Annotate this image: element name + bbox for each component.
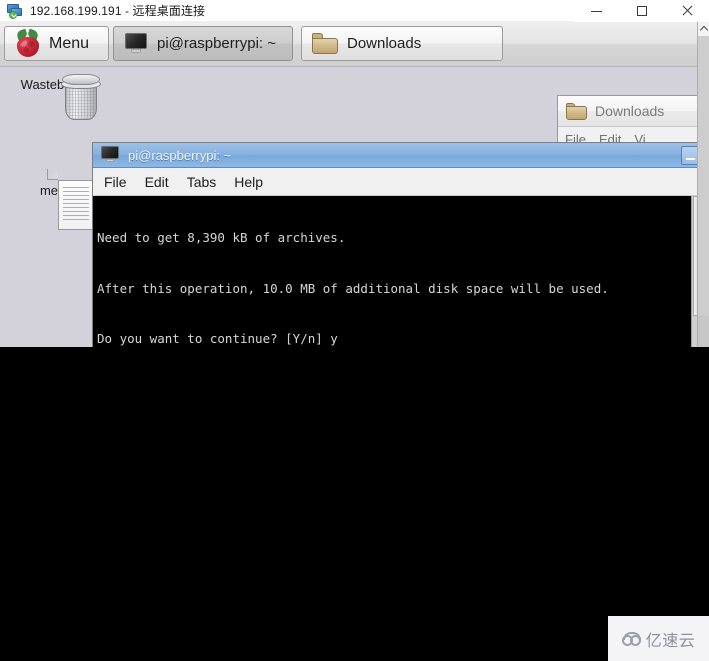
screenshot-root: 192.168.199.191 - 远程桌面连接 Menu pi@raspber…: [0, 0, 709, 661]
watermark-text: 亿速云: [645, 632, 696, 650]
chevron-up-icon: [699, 25, 709, 35]
cloud-logo-icon: [621, 631, 642, 646]
terminal-output-area[interactable]: Need to get 8,390 kB of archives. After …: [93, 196, 697, 347]
maximize-icon: [636, 6, 647, 16]
terminal-menu-help[interactable]: Help: [234, 174, 263, 190]
close-button[interactable]: [664, 0, 709, 22]
rdp-scrollbar-thumb[interactable]: [698, 36, 709, 316]
taskbar-item-downloads[interactable]: Downloads: [301, 26, 503, 61]
terminal-menu-edit[interactable]: Edit: [145, 174, 169, 190]
taskbar-item-downloads-label: Downloads: [347, 35, 422, 52]
desktop-icon-wastebasket[interactable]: Wastebasket: [10, 74, 106, 120]
rdp-window-title: 192.168.199.191 - 远程桌面连接: [30, 4, 206, 18]
taskbar-item-terminal-label: pi@raspberrypi: ~: [157, 35, 277, 52]
terminal-menu-file[interactable]: File: [104, 174, 127, 190]
terminal-titlebar: pi@raspberrypi: ~: [93, 143, 697, 168]
minimize-icon: [591, 10, 602, 12]
terminal-window-title: pi@raspberrypi: ~: [128, 147, 232, 163]
watermark: 亿速云: [608, 616, 709, 661]
rdp-vertical-scrollbar[interactable]: [697, 22, 709, 347]
terminal-output-text: Need to get 8,390 kB of archives. After …: [97, 197, 690, 347]
folder-icon: [566, 102, 587, 120]
remote-desktop-icon: [7, 3, 23, 19]
menu-button-label: Menu: [49, 34, 90, 52]
terminal-monitor-icon: [124, 32, 148, 55]
file-manager-title: Downloads: [595, 103, 665, 119]
terminal-line: After this operation, 10.0 MB of additio…: [97, 280, 609, 296]
minimize-icon: [686, 158, 695, 160]
raspberry-pi-logo-icon: [15, 28, 41, 58]
file-manager-titlebar: Downloads: [558, 96, 697, 127]
terminal-menu-tabs[interactable]: Tabs: [187, 174, 217, 190]
menu-button[interactable]: Menu: [4, 26, 109, 61]
terminal-line: Need to get 8,390 kB of archives.: [97, 230, 346, 246]
remote-desktop-viewport[interactable]: Menu pi@raspberrypi: ~ Downloads Wasteba…: [0, 22, 697, 347]
scroll-up-button[interactable]: [698, 22, 709, 36]
taskbar-item-terminal[interactable]: pi@raspberrypi: ~: [113, 26, 293, 61]
terminal-menubar: File Edit Tabs Help: [93, 168, 697, 196]
rdp-window-controls: [574, 0, 709, 22]
rdp-window-titlebar: 192.168.199.191 - 远程桌面连接: [0, 0, 709, 22]
close-icon: [681, 5, 693, 17]
terminal-monitor-icon: [100, 146, 120, 164]
empty-black-area: [0, 347, 709, 661]
terminal-window[interactable]: pi@raspberrypi: ~ File Edit Tabs Help Ne…: [92, 142, 697, 347]
terminal-line: Do you want to continue? [Y/n] y: [97, 330, 338, 346]
folder-icon: [312, 33, 338, 54]
minimize-button[interactable]: [574, 0, 619, 22]
maximize-button[interactable]: [619, 0, 664, 22]
lxde-taskbar: Menu pi@raspberrypi: ~ Downloads: [0, 22, 697, 67]
terminal-minimize-button[interactable]: [681, 146, 697, 165]
